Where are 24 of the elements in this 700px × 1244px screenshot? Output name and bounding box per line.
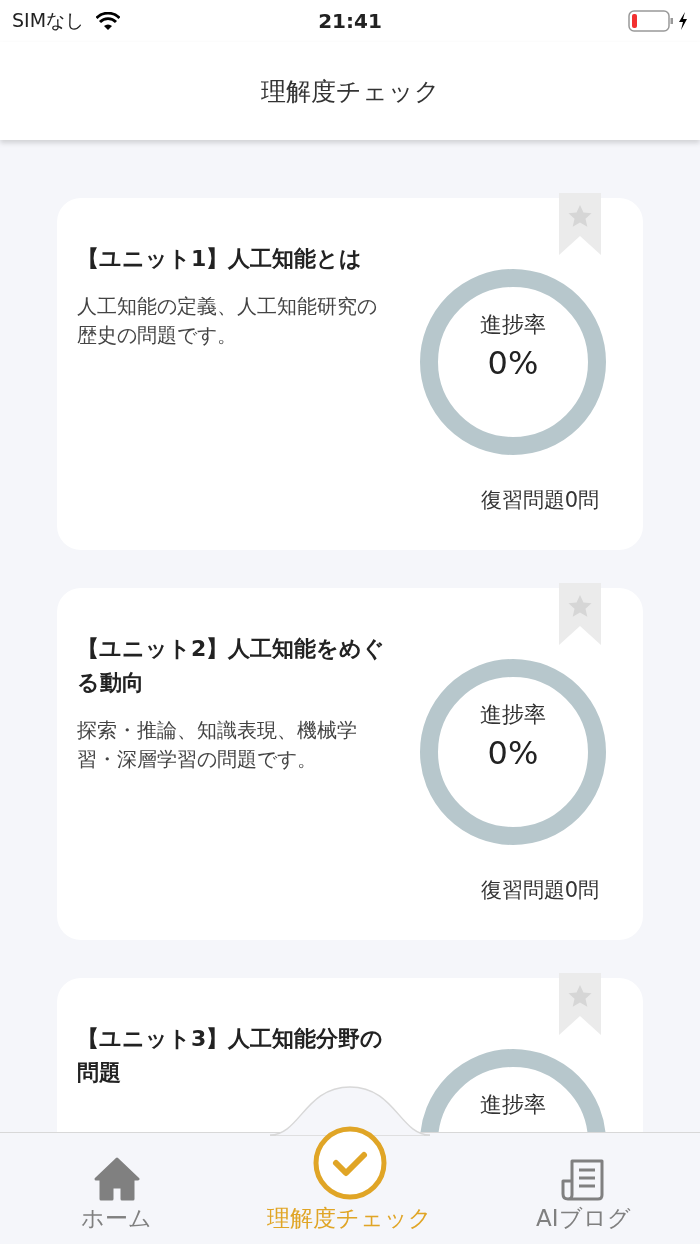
bookmark-star-icon[interactable] [559,583,601,645]
progress-label: 進捗率 [480,1091,546,1119]
unit-title: 【ユニット2】人工知能をめぐる動向 [77,635,387,697]
bookmark-star-icon[interactable] [559,973,601,1035]
carrier-label: SIMなし [12,8,85,33]
battery-icon [628,10,674,32]
home-icon [93,1157,140,1201]
unit-description: 探索・推論、知識表現、機械学習・深層学習の問題です。 [77,718,358,773]
unit-title: 【ユニット3】人工知能分野の問題 [77,1025,385,1087]
unit-title: 【ユニット1】人工知能とは [77,245,364,273]
review-count: 復習問題0問 [480,487,599,514]
bookmark-star-icon[interactable] [559,193,601,255]
wifi-icon [96,12,121,30]
clock-time: 21:41 [318,9,382,33]
tab-item[interactable]: ホーム [6,1157,227,1234]
progress-label: 進捗率 [480,311,546,339]
tab-item[interactable]: AIブログ [473,1157,694,1234]
unit-description: 人工知能の定義、人工知能研究の歴史の問題です。 [77,294,378,349]
progress-percent: 0% [487,344,539,382]
page-title: 理解度チェック [260,75,440,108]
progress-percent: 0% [487,734,539,772]
progress-label: 進捗率 [480,701,546,729]
review-count: 復習問題0問 [480,877,599,904]
document-icon [560,1157,607,1201]
